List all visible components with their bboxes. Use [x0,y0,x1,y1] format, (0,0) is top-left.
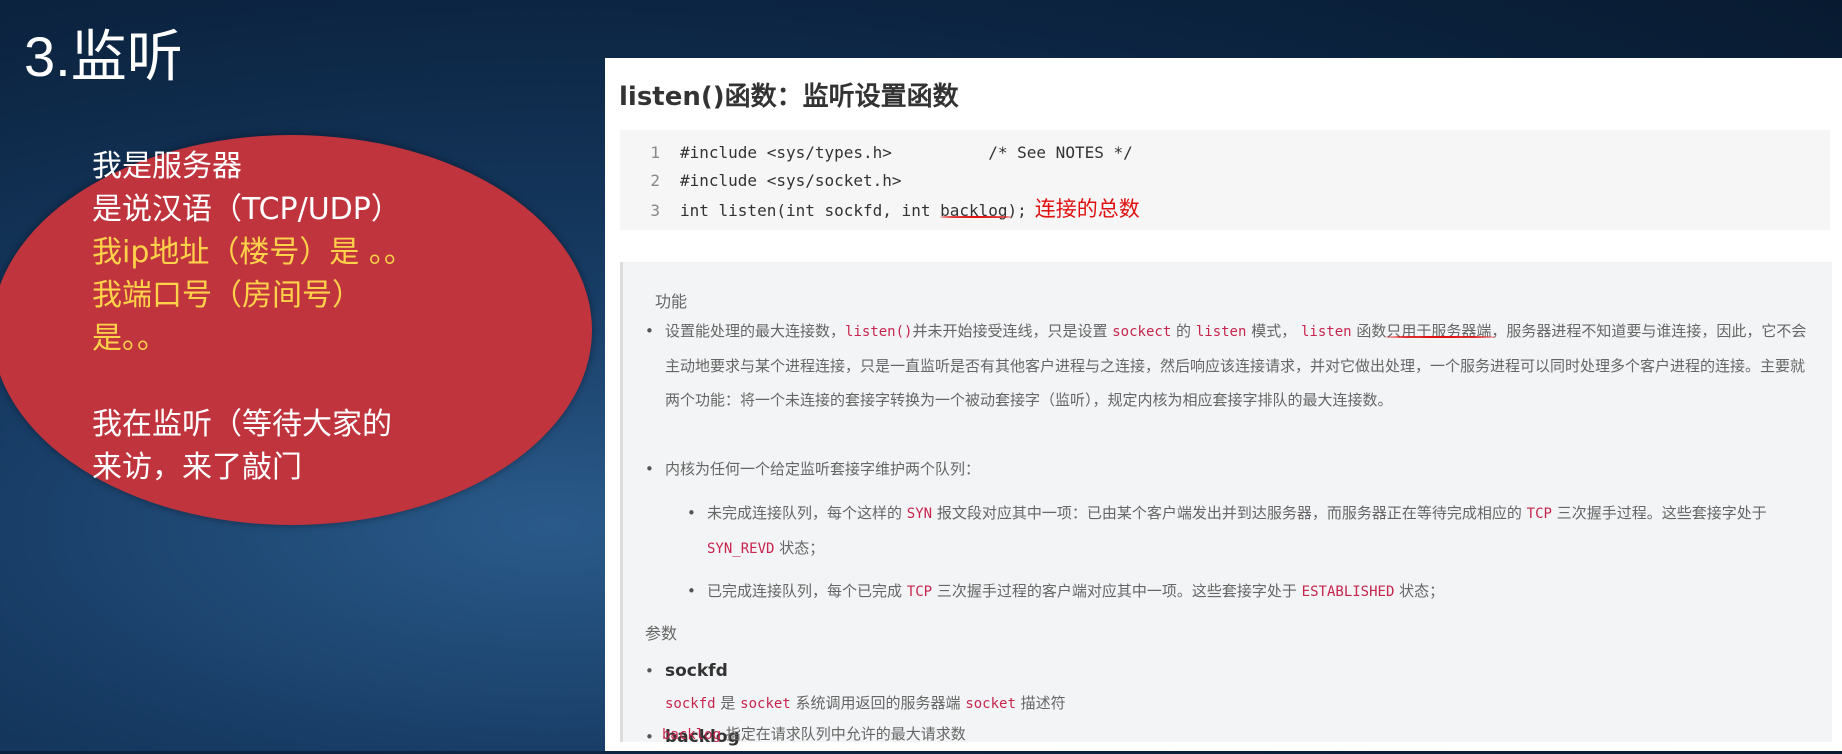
ellipse-text: 我是服务器 是说汉语（TCP/UDP） 我ip地址（楼号）是 。。 我端口号（房… [92,145,414,489]
slide-title: 3.监听 [24,25,183,88]
code-line: 1 #include <sys/types.h> /* See NOTES */ [650,143,1133,162]
doc-body: 功能 设置能处理的最大连接数，listen()并未开始接受连线，只是设置 soc… [620,262,1832,754]
queue-complete: 已完成连接队列，每个已完成 TCP 三次握手过程的客户端对应其中一项。这些套接字… [687,574,1817,609]
queue-incomplete: 未完成连接队列，每个这样的 SYN 报文段对应其中一项：已由某个客户端发出并到达… [687,496,1817,566]
bubble-line: 是。。 [92,321,167,356]
code-line: 2 #include <sys/socket.h> [650,171,902,190]
code-line: 3 int listen(int sockfd, int backlog); 连接的… [650,197,1140,221]
bubble-line: 我是服务器 [92,149,242,184]
bubble-line: 来访，来了敲门 [92,450,302,485]
queue-intro: 内核为任何一个给定监听套接字维护两个队列： [645,452,1815,486]
param-sockfd: sockfd [645,654,1815,688]
param-backlog-desc: backlog 指定在请求队列中允许的最大请求数 [662,725,966,743]
param-sockfd-desc: sockfd 是 socket 系统调用返回的服务器端 socket 描述符 [665,694,1066,712]
doc-title: listen()函数：监听设置函数 [619,82,959,112]
code-block: 1 #include <sys/types.h> /* See NOTES */ … [620,130,1830,230]
params-heading: 参数 [645,624,678,643]
function-heading: 功能 [655,292,688,311]
bubble-line: 我ip地址（楼号）是 。。 [92,235,414,270]
bubble-line: 我端口号（房间号） [92,278,362,313]
bubble-line: 是说汉语（TCP/UDP） [92,192,401,227]
annotation: 连接的总数 [1034,197,1140,221]
doc-panel: listen()函数：监听设置函数 1 #include <sys/types.h… [605,58,1842,754]
bubble-line: 我在监听（等待大家的 [92,407,392,442]
function-paragraph: 设置能处理的最大连接数，listen()并未开始接受连线，只是设置 sockec… [645,314,1815,417]
